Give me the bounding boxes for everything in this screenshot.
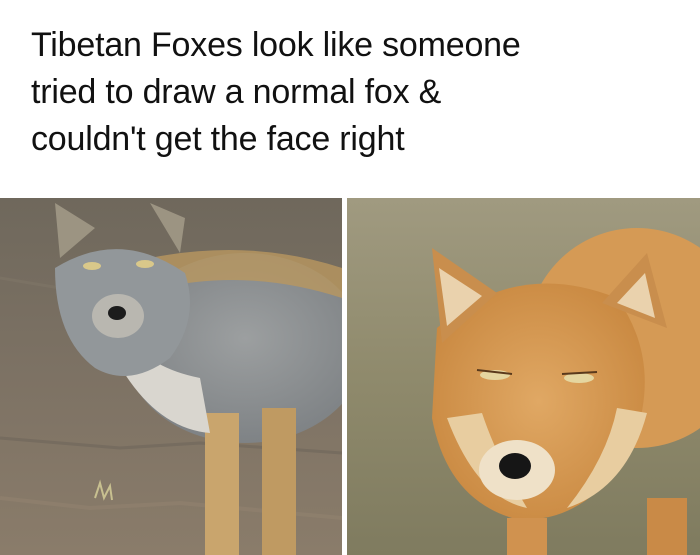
orange-fox-illustration xyxy=(347,198,700,555)
fox-nose xyxy=(499,453,531,479)
fox-eye-right xyxy=(136,260,154,268)
fox-leg-back xyxy=(262,408,296,555)
caption-line-1: Tibetan Foxes look like someone xyxy=(31,26,521,64)
photo-gray-fox xyxy=(0,198,342,555)
fox-nose xyxy=(108,306,126,320)
fox-eye-left xyxy=(83,262,101,270)
fox-leg-front xyxy=(205,413,239,555)
caption-line-2: tried to draw a normal fox & xyxy=(31,73,442,111)
photo-pair xyxy=(0,198,700,555)
meme-caption: Tibetan Foxes look like someone tried to… xyxy=(31,22,681,163)
photo-orange-fox xyxy=(347,198,700,555)
caption-line-3: couldn't get the face right xyxy=(31,120,405,158)
gray-fox-illustration xyxy=(0,198,342,555)
